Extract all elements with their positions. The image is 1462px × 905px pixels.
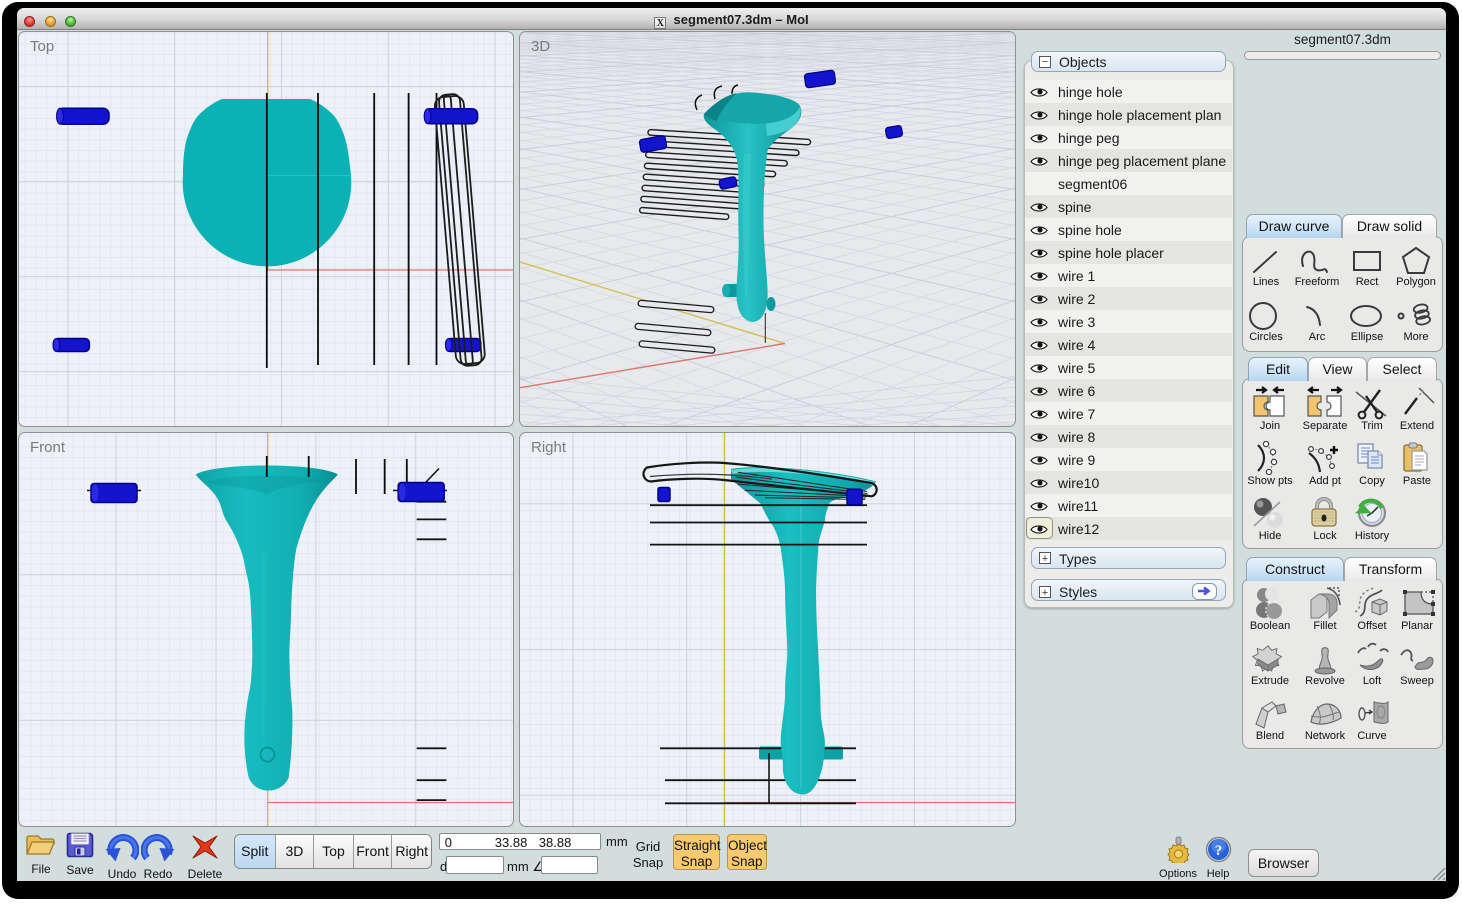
svg-text:3D: 3D — [531, 38, 550, 55]
svg-text:Front: Front — [30, 439, 66, 456]
svg-text:Top: Top — [30, 38, 54, 55]
svg-text:?: ? — [1214, 843, 1222, 859]
svg-text:Right: Right — [531, 439, 567, 456]
